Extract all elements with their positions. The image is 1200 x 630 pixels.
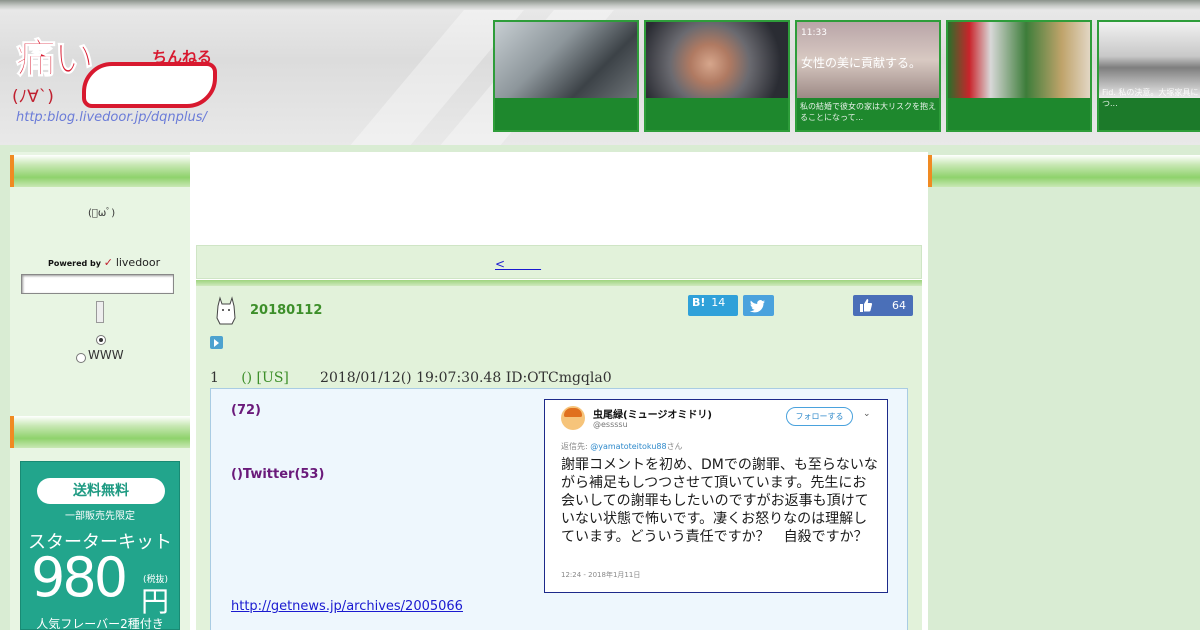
powered-by-label: Powered by	[48, 259, 101, 268]
tweet-timestamp: 12:24 - 2018年1月11日	[561, 571, 641, 579]
post-body: (72) ()Twitter(53) 虫尾緑(ミュージオミドリ) @essssu…	[210, 388, 908, 630]
article-date: 20180112	[250, 303, 323, 318]
logo-title: 痛い	[16, 36, 95, 83]
thumb-caption	[495, 98, 637, 130]
play-icon[interactable]	[210, 336, 223, 349]
thumb-caption	[646, 98, 788, 130]
livedoor-brand: livedoor	[115, 256, 161, 269]
tweet-author-name: 虫尾緑(ミュージオミドリ)	[593, 410, 712, 421]
thumb-image	[948, 22, 1090, 98]
search-scope-blog-radio[interactable]	[96, 335, 106, 345]
sidebar-face-icon: (ﾟωﾟ)	[88, 208, 116, 219]
logo-shape	[82, 62, 217, 108]
hatena-label: B!	[692, 296, 706, 309]
main-content: < 20180112 B! 14 64 1 () [US] 2018/01/12…	[190, 152, 928, 630]
sidebar-header-bar	[10, 416, 190, 448]
article-nav: <	[196, 245, 922, 279]
post-name: () [US]	[241, 370, 289, 386]
post-text-line: ()Twitter(53)	[231, 467, 325, 482]
sidebar-header-bar	[928, 155, 1200, 187]
tweet-reply-to: 返信先: @yamatoteitoku88さん	[561, 441, 683, 452]
facebook-like-button[interactable]: 64	[853, 295, 913, 316]
search-button[interactable]	[96, 301, 104, 323]
tweet-reply-prefix: 返信先:	[561, 442, 588, 451]
embedded-tweet-image[interactable]: 虫尾緑(ミュージオミドリ) @essssu フォローする ⌄ 返信先: @yam…	[544, 399, 888, 593]
ad-price: 980	[31, 546, 128, 609]
thumb-caption	[948, 98, 1090, 130]
thumb-title: 女性の美に貢献する。	[801, 56, 922, 70]
ad-banner[interactable]: 送料無料 一部販売先限定 スターターキット 980 (税抜) 円 人気フレーバー…	[20, 461, 180, 630]
ad-free-shipping: 送料無料	[37, 478, 165, 504]
search-scope-www-radio[interactable]	[76, 353, 86, 363]
post-header: 1 () [US] 2018/01/12() 19:07:30.48 ID:OT…	[210, 370, 612, 386]
powered-by-livedoor[interactable]: Powered by ✓ livedoor	[48, 256, 160, 269]
hatena-count: 14	[711, 296, 726, 309]
site-logo[interactable]: 痛い ちんねる (ﾉ∀`) http:blog.livedoor.jp/dqnp…	[12, 26, 227, 136]
left-sidebar: (ﾟωﾟ) Powered by ✓ livedoor WWW 送料無料 一部販…	[10, 152, 190, 630]
thumbs-up-icon	[860, 299, 873, 312]
chevron-down-icon: ⌄	[863, 409, 871, 419]
tweet-reply-suffix: さん	[666, 442, 683, 451]
header-thumb-1[interactable]	[493, 20, 639, 132]
thumb-caption: 私の結婚で彼女の家は大リスクを抱えることになって...	[797, 98, 939, 130]
thumb-time: 11:33	[801, 28, 827, 38]
thumb-image	[495, 22, 637, 98]
ad-limited: 一部販売先限定	[65, 511, 135, 522]
header-thumb-2[interactable]	[644, 20, 790, 132]
facebook-like-count: 64	[892, 299, 906, 312]
search-scope-www-label: WWW	[88, 348, 124, 362]
search-input[interactable]	[21, 274, 174, 294]
twitter-share-button[interactable]	[743, 295, 774, 316]
header-thumb-5[interactable]: Fid. 私の決意。大塚家具につ...	[1097, 20, 1200, 132]
site-header: 痛い ちんねる (ﾉ∀`) http:blog.livedoor.jp/dqnp…	[0, 0, 1200, 145]
post-number: 1	[210, 370, 219, 386]
ad-flavor: 人気フレーバー2種付き	[36, 617, 164, 630]
tweet-avatar	[561, 406, 585, 430]
thumb-image	[646, 22, 788, 98]
sidebar-header-bar	[10, 155, 190, 187]
tweet-follow-button: フォローする	[786, 407, 853, 426]
hatena-bookmark-button[interactable]: B! 14	[688, 295, 738, 316]
tweet-text: 謝罪コメントを初め、DMでの謝罪、も至らないながら補足もしつつさせて頂いています…	[561, 457, 878, 545]
dog-icon	[216, 296, 236, 325]
right-sidebar	[928, 152, 1200, 630]
post-text-line: (72)	[231, 403, 261, 418]
logo-face: (ﾉ∀`)	[12, 87, 54, 107]
ad-yen: 円	[141, 585, 170, 618]
prev-article-link[interactable]: <	[495, 255, 541, 272]
source-link[interactable]: http://getnews.jp/archives/2005066	[231, 599, 463, 614]
post-datetime: 2018/01/12() 19:07:30.48 ID:OTCmgqla0	[320, 370, 612, 386]
logo-url: http:blog.livedoor.jp/dqnplus/	[16, 110, 207, 125]
twitter-bird-icon	[749, 300, 765, 313]
tweet-author-handle: @essssu	[593, 420, 628, 429]
livedoor-logo-icon: ✓	[103, 256, 114, 269]
article: 20180112 B! 14 64 1 () [US] 2018/01/12()…	[196, 286, 922, 630]
header-thumb-4[interactable]	[946, 20, 1092, 132]
thumb-caption: Fid. 私の決意。大塚家具につ...	[1102, 88, 1199, 108]
header-thumb-3[interactable]: 11:33 女性の美に貢献する。 私の結婚で彼女の家は大リスクを抱えることになっ…	[795, 20, 941, 132]
tweet-reply-handle: @yamatoteitoku88	[590, 442, 667, 451]
